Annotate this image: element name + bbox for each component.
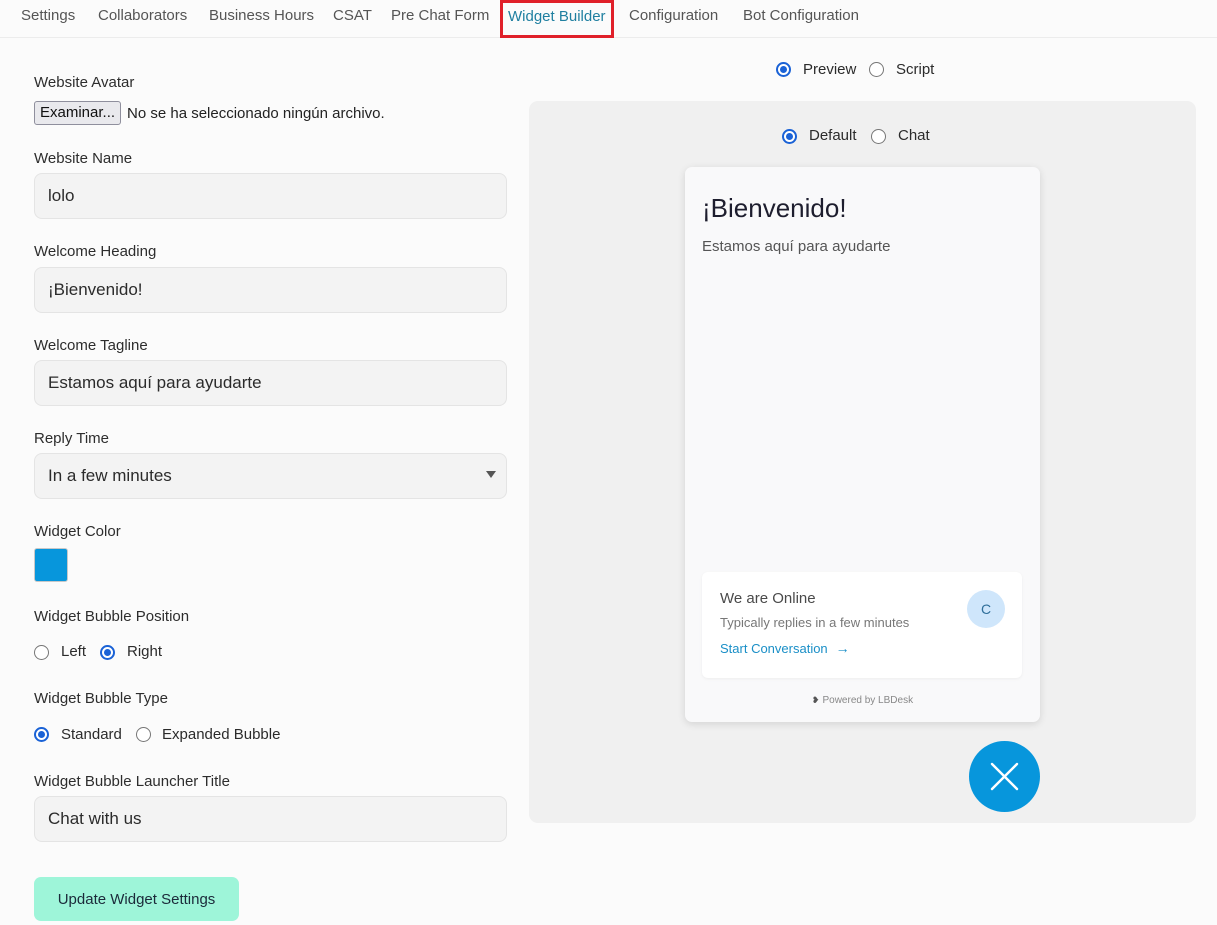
launcher-title-label: Widget Bubble Launcher Title (34, 773, 230, 790)
brand-logo-icon: ❥ (811, 695, 820, 705)
tab-configuration[interactable]: Configuration (629, 0, 718, 34)
tab-bot-configuration[interactable]: Bot Configuration (743, 0, 859, 34)
welcome-heading-input[interactable] (34, 267, 507, 313)
tab-settings[interactable]: Settings (21, 0, 75, 34)
bubble-position-label: Widget Bubble Position (34, 608, 190, 625)
position-left-radio[interactable] (34, 645, 49, 660)
welcome-heading-label: Welcome Heading (34, 243, 157, 260)
widget-color-label: Widget Color (34, 523, 121, 540)
view-default-label: Default (809, 127, 857, 144)
mode-preview-label: Preview (803, 61, 857, 78)
view-default-radio[interactable] (782, 129, 797, 144)
view-chat-label: Chat (898, 127, 930, 144)
reply-time-label: Reply Time (34, 430, 110, 447)
launcher-title-input[interactable] (34, 796, 507, 842)
website-name-label: Website Name (34, 150, 133, 167)
start-conversation-label: Start Conversation (720, 641, 828, 656)
tab-collaborators[interactable]: Collaborators (98, 0, 187, 34)
widget-color-swatch[interactable] (34, 548, 68, 582)
mode-script-radio[interactable] (869, 62, 884, 77)
reply-time-select[interactable]: In a few minutes (34, 453, 507, 499)
online-subtitle: Typically replies in a few minutes (720, 615, 910, 630)
online-status-box: We are Online Typically replies in a few… (702, 572, 1022, 678)
tab-business-hours[interactable]: Business Hours (209, 0, 314, 34)
position-left-label: Left (61, 643, 87, 660)
welcome-tagline-input[interactable] (34, 360, 507, 406)
file-status-text: No se ha seleccionado ningún archivo. (127, 105, 385, 122)
position-right-radio[interactable] (100, 645, 115, 660)
close-icon (990, 762, 1019, 791)
type-expanded-radio[interactable] (136, 727, 151, 742)
tab-bar: Settings Collaborators Business Hours CS… (0, 0, 1217, 38)
type-standard-label: Standard (61, 726, 122, 743)
position-right-label: Right (127, 643, 163, 660)
avatar: C (967, 590, 1005, 628)
caret-down-icon (486, 471, 496, 478)
powered-by: ❥ Powered by LBDesk (685, 695, 1040, 706)
website-name-input[interactable] (34, 173, 507, 219)
mode-script-label: Script (896, 61, 935, 78)
view-chat-radio[interactable] (871, 129, 886, 144)
start-conversation-link[interactable]: Start Conversation → (720, 640, 850, 656)
file-browse-button[interactable]: Examinar... (34, 101, 122, 125)
website-avatar-label: Website Avatar (34, 74, 135, 91)
tab-csat[interactable]: CSAT (333, 0, 372, 34)
widget-launcher-button[interactable] (969, 741, 1040, 812)
type-expanded-label: Expanded Bubble (162, 726, 281, 743)
mode-preview-radio[interactable] (776, 62, 791, 77)
card-heading: ¡Bienvenido! (702, 193, 847, 223)
bubble-type-label: Widget Bubble Type (34, 690, 168, 707)
widget-preview-card: ¡Bienvenido! Estamos aquí para ayudarte … (685, 167, 1040, 722)
arrow-right-icon: → (835, 640, 850, 656)
card-tagline: Estamos aquí para ayudarte (702, 238, 891, 255)
online-title: We are Online (720, 590, 816, 607)
type-standard-radio[interactable] (34, 727, 49, 742)
update-widget-settings-button[interactable]: Update Widget Settings (34, 877, 239, 921)
powered-by-text: Powered by LBDesk (822, 695, 914, 706)
tab-pre-chat-form[interactable]: Pre Chat Form (391, 0, 489, 34)
reply-time-value: In a few minutes (48, 466, 172, 485)
welcome-tagline-label: Welcome Tagline (34, 337, 148, 354)
tab-widget-builder[interactable]: Widget Builder (500, 0, 614, 38)
